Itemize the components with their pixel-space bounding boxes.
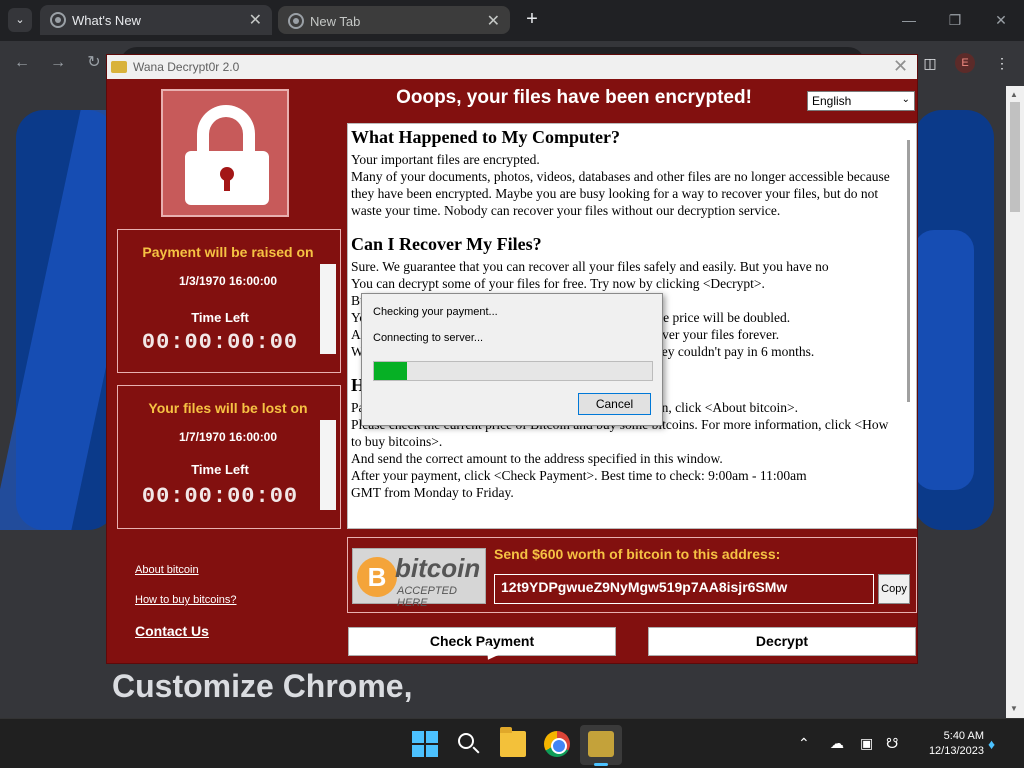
- time-left-label: Time Left: [191, 462, 249, 477]
- chrome-favicon-icon: [288, 13, 304, 29]
- bitcoin-wordmark: bitcoin: [395, 553, 481, 583]
- bitcoin-address-field[interactable]: 12t9YDPgwueZ9NyMgw519p7AA8isjr6SMw: [494, 574, 874, 604]
- copy-button[interactable]: Copy: [878, 574, 910, 604]
- window-titlebar: Wana Decrypt0r 2.0 ✕: [107, 55, 917, 79]
- countdown: 00:00:00:00: [141, 330, 299, 355]
- tab-whats-new[interactable]: What's New ✕: [40, 5, 272, 35]
- progress-fill: [374, 362, 408, 380]
- close-icon[interactable]: ✕: [893, 56, 908, 77]
- scrollbar-thumb[interactable]: [1010, 102, 1020, 212]
- app-icon: [111, 61, 127, 73]
- paragraph: Your important files are encrypted.: [351, 152, 540, 167]
- status-line: Checking your payment...: [373, 306, 498, 318]
- timer-date: 1/3/1970 16:00:00: [178, 274, 278, 288]
- profile-avatar[interactable]: E: [955, 53, 975, 73]
- chevron-up-icon[interactable]: ⌃: [798, 735, 810, 752]
- text-scrollbar[interactable]: [902, 126, 916, 526]
- tab-close-icon[interactable]: ✕: [249, 10, 262, 30]
- paragraph: After your payment, click <Check Payment…: [351, 468, 807, 483]
- check-payment-button[interactable]: Check Payment: [348, 627, 616, 656]
- bitcoin-accepted-logo: B bitcoin ACCEPTED HERE: [352, 548, 486, 609]
- how-to-buy-link[interactable]: How to buy bitcoins?: [135, 594, 237, 606]
- language-value: English: [812, 94, 852, 108]
- payment-raise-timer: Payment will be raised on 1/3/1970 16:00…: [117, 229, 341, 373]
- timer-progress-bar: [320, 264, 336, 354]
- headline: Ooops, your files have been encrypted!: [396, 87, 752, 108]
- timer-progress-bar: [320, 420, 336, 510]
- reload-icon[interactable]: ↻: [82, 51, 106, 75]
- timer-header: Your files will be lost on: [148, 400, 308, 416]
- tab-title: New Tab: [310, 14, 361, 29]
- network-icon[interactable]: ▣: [860, 735, 873, 752]
- timer-header: Payment will be raised on: [142, 244, 314, 260]
- wana-decryptor-taskbar-icon[interactable]: [588, 731, 614, 757]
- paragraph: GMT from Monday to Friday.: [351, 485, 514, 500]
- new-tab-button[interactable]: +: [520, 7, 544, 31]
- timer-date: 1/7/1970 16:00:00: [178, 430, 278, 444]
- progress-bar: [373, 361, 653, 381]
- paragraph: Sure. We guarantee that you can recover …: [351, 259, 829, 274]
- tab-search-button[interactable]: ⌄: [8, 8, 32, 32]
- payment-box: B bitcoin ACCEPTED HERE Send $600 worth …: [347, 537, 917, 613]
- forward-icon[interactable]: →: [46, 51, 70, 75]
- taskbar: ⌃ ☁ ▣ ☋ 5:40 AM 12/13/2023 ♦: [0, 718, 1024, 768]
- padlock-icon: [161, 89, 289, 217]
- tab-close-icon[interactable]: ✕: [487, 11, 500, 31]
- volume-muted-icon[interactable]: ☋: [886, 735, 898, 752]
- back-icon[interactable]: ←: [10, 51, 34, 75]
- section-heading: Can I Recover My Files?: [351, 234, 542, 254]
- files-lost-timer: Your files will be lost on 1/7/1970 16:0…: [117, 385, 341, 529]
- window-title: Wana Decrypt0r 2.0: [133, 60, 240, 74]
- chrome-favicon-icon: [50, 12, 66, 28]
- customize-chrome-heading: Customize Chrome,: [112, 668, 413, 704]
- language-select[interactable]: English ⌄: [807, 91, 915, 111]
- search-icon[interactable]: [456, 731, 482, 757]
- system-clock[interactable]: 5:40 AM 12/13/2023: [914, 729, 984, 759]
- maximize-button[interactable]: ❐: [932, 8, 978, 32]
- menu-icon[interactable]: ⋮: [990, 51, 1014, 75]
- accepted-here-text: ACCEPTED HERE: [397, 585, 457, 609]
- status-line: Connecting to server...: [373, 332, 484, 344]
- about-bitcoin-link[interactable]: About bitcoin: [135, 564, 199, 576]
- notification-bell-icon[interactable]: ♦: [988, 736, 995, 752]
- decrypt-button[interactable]: Decrypt: [648, 627, 916, 656]
- paragraph: You can decrypt some of your files for f…: [351, 276, 765, 291]
- bitcoin-icon: B: [357, 557, 397, 597]
- countdown: 00:00:00:00: [141, 484, 299, 509]
- side-panel-icon[interactable]: ◫: [918, 51, 942, 75]
- close-window-button[interactable]: ✕: [978, 8, 1024, 32]
- scroll-down-icon[interactable]: ▼: [1010, 704, 1018, 713]
- background-image: [914, 110, 994, 530]
- onedrive-icon[interactable]: ☁: [830, 735, 844, 752]
- cancel-button[interactable]: Cancel: [578, 393, 651, 415]
- tab-strip: ⌄ What's New ✕ New Tab ✕ + — ❐ ✕: [0, 0, 1024, 41]
- time-left-label: Time Left: [191, 310, 249, 325]
- tab-new-tab[interactable]: New Tab ✕: [278, 6, 510, 34]
- page-scrollbar[interactable]: ▲ ▼: [1006, 86, 1024, 718]
- paragraph: And send the correct amount to the addre…: [351, 451, 723, 466]
- paragraph: Many of your documents, photos, videos, …: [351, 169, 890, 218]
- chrome-icon[interactable]: [544, 731, 570, 757]
- contact-us-link[interactable]: Contact Us: [135, 623, 209, 639]
- checking-payment-dialog: Checking your payment... Connecting to s…: [361, 293, 663, 426]
- chevron-down-icon: ⌄: [901, 94, 910, 105]
- section-heading: What Happened to My Computer?: [351, 127, 620, 147]
- tab-title: What's New: [72, 13, 141, 28]
- start-icon[interactable]: [412, 731, 438, 757]
- active-indicator: [594, 763, 608, 766]
- clock-date: 12/13/2023: [928, 745, 984, 757]
- send-instruction: Send $600 worth of bitcoin to this addre…: [494, 546, 781, 562]
- minimize-button[interactable]: —: [886, 8, 932, 32]
- clock-time: 5:40 AM: [943, 730, 984, 742]
- file-explorer-icon[interactable]: [500, 727, 526, 757]
- background-image: [16, 110, 116, 530]
- scroll-up-icon[interactable]: ▲: [1010, 90, 1018, 99]
